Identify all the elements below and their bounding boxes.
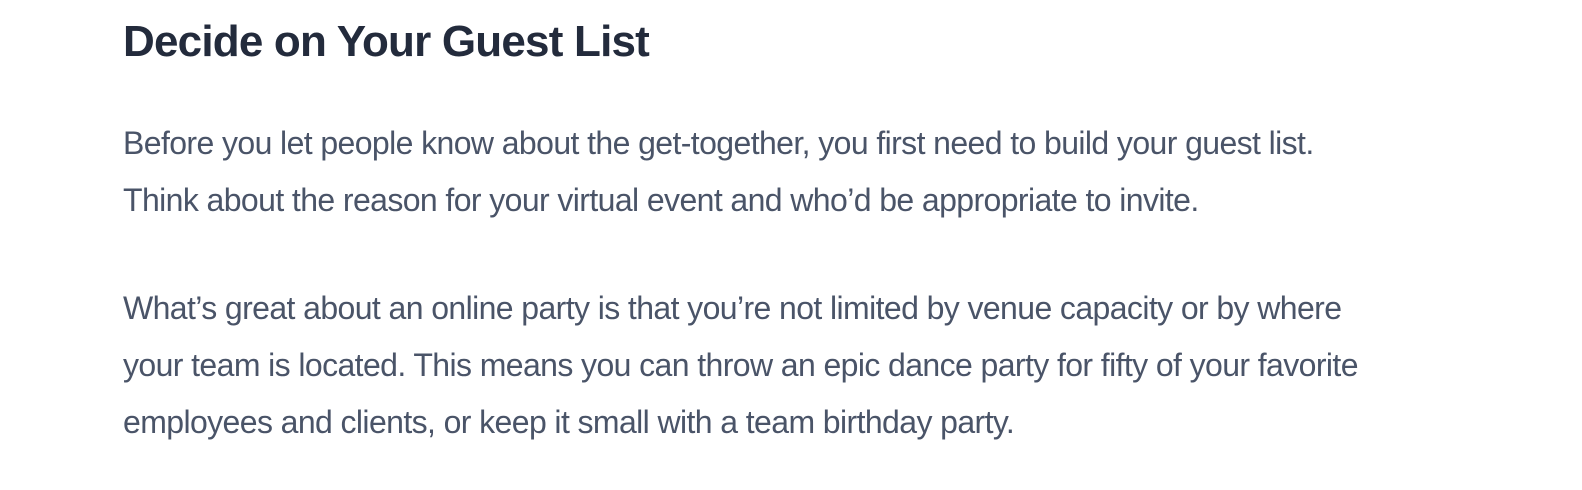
paragraph-line: Before you let people know about the get… (123, 125, 1314, 161)
paragraph-guest-list-intro: Before you let people know about the get… (123, 115, 1314, 229)
section-heading: Decide on Your Guest List (123, 17, 650, 66)
paragraph-online-party-benefits: What’s great about an online party is th… (123, 280, 1359, 451)
paragraph-line: Think about the reason for your virtual … (123, 182, 1199, 218)
paragraph-line: employees and clients, or keep it small … (123, 404, 1015, 440)
paragraph-line: What’s great about an online party is th… (123, 290, 1342, 326)
paragraph-line: your team is located. This means you can… (123, 347, 1359, 383)
